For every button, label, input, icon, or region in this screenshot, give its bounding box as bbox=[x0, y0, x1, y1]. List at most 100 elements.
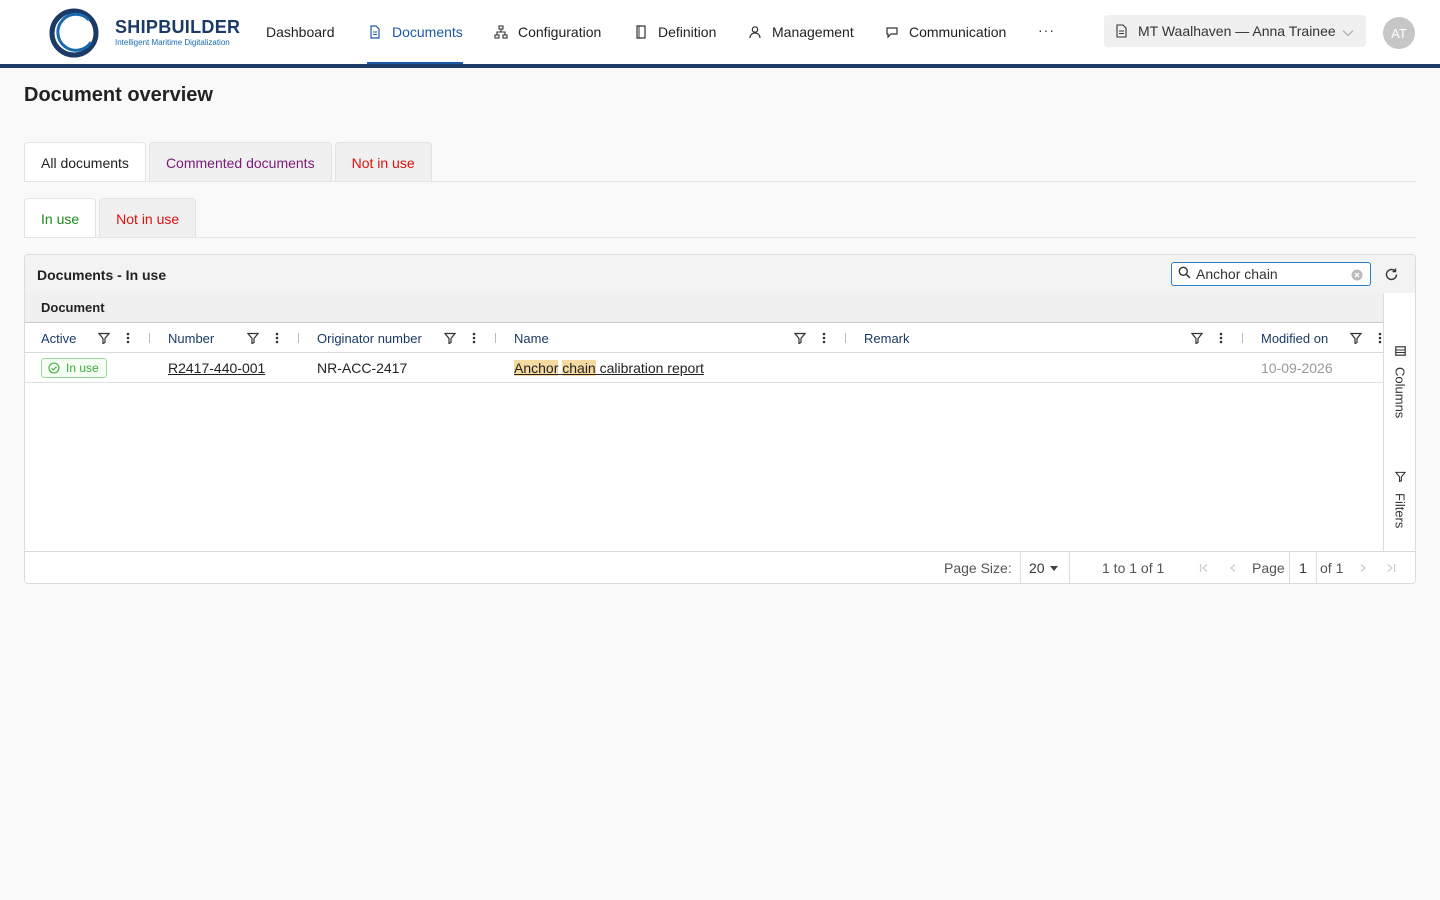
filter-icon[interactable] bbox=[443, 331, 457, 345]
document-number-link[interactable]: R2417-440-001 bbox=[168, 360, 265, 376]
number-cell: R2417-440-001 bbox=[168, 353, 265, 383]
tab-in-use[interactable]: In use bbox=[24, 198, 97, 238]
avatar[interactable]: AT bbox=[1383, 17, 1415, 49]
filter-icon bbox=[1394, 469, 1406, 485]
refresh-icon[interactable] bbox=[1382, 265, 1400, 283]
page-size-select[interactable]: 20 bbox=[1020, 552, 1070, 583]
column-header-row: Active Number Originator number Name Rem… bbox=[25, 323, 1383, 353]
primary-tabs: All documents Commented documents Not in… bbox=[24, 142, 435, 182]
search-box[interactable] bbox=[1171, 262, 1371, 286]
column-menu-icon[interactable] bbox=[817, 331, 831, 345]
top-bar: SHIPBUILDER Intelligent Maritime Digital… bbox=[0, 0, 1440, 64]
name-cell: Anchor chain calibration report bbox=[514, 353, 704, 383]
page-total: of 1 bbox=[1320, 560, 1344, 576]
document-icon bbox=[1116, 24, 1130, 38]
nav-label: Management bbox=[772, 24, 854, 40]
documents-panel: Documents - In use Document Active Numbe… bbox=[24, 254, 1416, 584]
filter-icon[interactable] bbox=[1349, 331, 1363, 345]
filters-panel-toggle[interactable]: Filters bbox=[1384, 469, 1415, 529]
columns-panel-toggle[interactable]: Columns bbox=[1384, 343, 1415, 419]
column-group-label: Document bbox=[41, 300, 105, 315]
tab-not-in-use[interactable]: Not in use bbox=[334, 142, 432, 182]
document-icon bbox=[367, 24, 383, 40]
page-label: Page bbox=[1252, 560, 1285, 576]
column-menu-icon[interactable] bbox=[467, 331, 481, 345]
column-resize-handle[interactable] bbox=[149, 333, 150, 343]
nav-communication[interactable]: Communication bbox=[884, 0, 1006, 64]
pagination-bar: Page Size: 20 1 to 1 of 1 Page 1 of 1 bbox=[25, 551, 1415, 583]
column-menu-icon[interactable] bbox=[1214, 331, 1228, 345]
column-resize-handle[interactable] bbox=[845, 333, 846, 343]
column-resize-handle[interactable] bbox=[298, 333, 299, 343]
row-range: 1 to 1 of 1 bbox=[1102, 560, 1165, 576]
chat-icon bbox=[884, 24, 900, 40]
user-icon bbox=[747, 24, 763, 40]
filter-icon[interactable] bbox=[97, 331, 111, 345]
nav-label: Definition bbox=[658, 24, 717, 40]
columns-label: Columns bbox=[1392, 367, 1408, 419]
nav-label: Dashboard bbox=[266, 24, 335, 40]
panel-header: Documents - In use bbox=[25, 255, 1415, 293]
check-circle-icon bbox=[48, 362, 60, 374]
more-menu-icon[interactable]: ··· bbox=[1038, 22, 1055, 38]
clear-search-icon[interactable] bbox=[1351, 268, 1363, 281]
name-text: calibration report bbox=[595, 360, 704, 376]
previous-page-icon[interactable] bbox=[1226, 561, 1240, 575]
nav-dashboard[interactable]: Dashboard bbox=[266, 0, 335, 64]
nav-documents[interactable]: Documents bbox=[367, 0, 463, 64]
next-page-icon[interactable] bbox=[1356, 561, 1370, 575]
column-resize-handle[interactable] bbox=[1242, 333, 1243, 343]
column-menu-icon[interactable] bbox=[121, 331, 135, 345]
panel-title: Documents - In use bbox=[37, 267, 167, 283]
filter-icon[interactable] bbox=[793, 331, 807, 345]
filter-icon[interactable] bbox=[1190, 331, 1204, 345]
column-group-header: Document bbox=[25, 293, 1383, 323]
search-input[interactable] bbox=[1196, 266, 1344, 282]
page-size-value: 20 bbox=[1029, 560, 1045, 576]
caret-down-icon bbox=[1049, 565, 1058, 571]
tabs-divider bbox=[24, 181, 1416, 182]
document-name-link[interactable]: Anchor chain calibration report bbox=[514, 360, 704, 376]
logo-subtitle: Intelligent Maritime Digitalization bbox=[115, 38, 230, 47]
logo-mark-icon bbox=[49, 8, 99, 58]
table-row[interactable]: In use R2417-440-001 NR-ACC-2417 Anchor … bbox=[25, 353, 1383, 383]
nav-definition[interactable]: Definition bbox=[633, 0, 716, 64]
tab-not-in-use-secondary[interactable]: Not in use bbox=[99, 198, 197, 238]
chevron-down-icon bbox=[1342, 25, 1354, 41]
last-page-icon[interactable] bbox=[1384, 561, 1398, 575]
top-bar-accent-line bbox=[0, 64, 1440, 68]
nav-configuration[interactable]: Configuration bbox=[493, 0, 601, 64]
current-page[interactable]: 1 bbox=[1289, 552, 1317, 583]
tab-all-documents[interactable]: All documents bbox=[24, 142, 146, 182]
nav-management[interactable]: Management bbox=[747, 0, 854, 64]
sitemap-icon bbox=[493, 24, 509, 40]
filter-icon[interactable] bbox=[246, 331, 260, 345]
column-header-originator-number[interactable]: Originator number bbox=[317, 323, 422, 353]
logo[interactable]: SHIPBUILDER Intelligent Maritime Digital… bbox=[49, 7, 249, 59]
column-header-active[interactable]: Active bbox=[41, 323, 76, 353]
column-header-remark[interactable]: Remark bbox=[864, 323, 910, 353]
page-size-label: Page Size: bbox=[944, 560, 1012, 576]
first-page-icon[interactable] bbox=[1197, 561, 1211, 575]
search-highlight: chain bbox=[562, 360, 596, 376]
vessel-user-select[interactable]: MT Waalhaven — Anna Trainee bbox=[1104, 15, 1366, 47]
status-badge: In use bbox=[41, 358, 107, 378]
column-header-name[interactable]: Name bbox=[514, 323, 549, 353]
columns-icon bbox=[1394, 343, 1406, 359]
search-icon bbox=[1178, 266, 1191, 282]
column-menu-icon[interactable] bbox=[270, 331, 284, 345]
nav-label: Documents bbox=[392, 24, 463, 40]
page-title: Document overview bbox=[24, 84, 213, 106]
status-label: In use bbox=[66, 361, 99, 375]
filters-label: Filters bbox=[1392, 493, 1408, 529]
column-header-number[interactable]: Number bbox=[168, 323, 214, 353]
secondary-tabs: In use Not in use bbox=[24, 198, 199, 238]
vessel-user-label: MT Waalhaven — Anna Trainee bbox=[1138, 23, 1336, 39]
active-cell: In use bbox=[41, 353, 107, 383]
column-resize-handle[interactable] bbox=[495, 333, 496, 343]
column-header-modified-on[interactable]: Modified on bbox=[1261, 323, 1328, 353]
originator-number-cell: NR-ACC-2417 bbox=[317, 360, 408, 376]
nav-label: Configuration bbox=[518, 24, 602, 40]
nav-label: Communication bbox=[909, 24, 1007, 40]
tab-commented-documents[interactable]: Commented documents bbox=[148, 142, 332, 182]
